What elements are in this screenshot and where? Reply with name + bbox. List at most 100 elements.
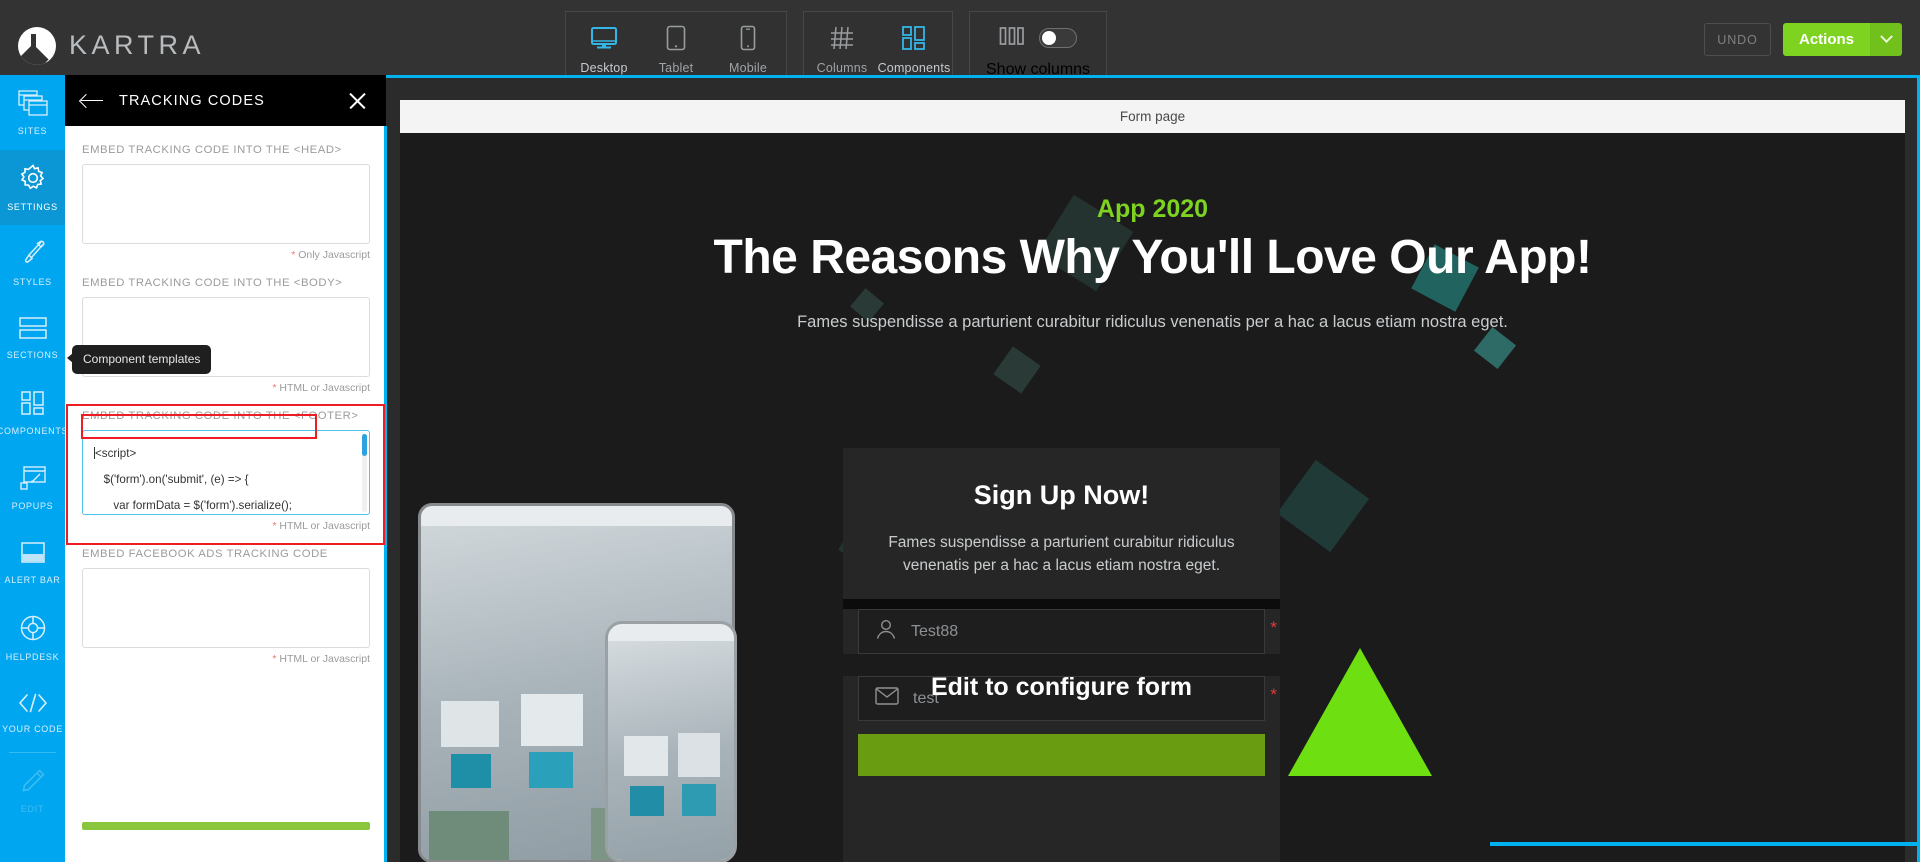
toolbar-right-actions: UNDO Actions: [1703, 23, 1902, 56]
tracking-body-group: EMBED TRACKING CODE INTO THE <BODY> * HT…: [82, 277, 370, 394]
sidebar-item-components[interactable]: COMPONENTS: [0, 375, 68, 450]
sidebar-item-edit[interactable]: EDIT: [0, 753, 65, 828]
tracking-codes-panel: TRACKING CODES EMBED TRACKING CODE INTO …: [65, 75, 386, 862]
hero-title: The Reasons Why You'll Love Our App!: [713, 231, 1592, 284]
hint-text: HTML or Javascript: [276, 520, 370, 532]
decorative-shape: [1276, 459, 1370, 553]
canvas-selection-border-top: [386, 75, 1920, 78]
code-line-3: var formData = $('form').serialize();: [94, 499, 293, 512]
columns-label: Columns: [816, 61, 868, 75]
hero-eyebrow: App 2020: [1096, 195, 1209, 223]
actions-button-label: Actions: [1782, 23, 1870, 56]
decorative-shape: [993, 346, 1041, 394]
hero-subtitle: Fames suspendisse a parturient curabitur…: [797, 313, 1508, 331]
device-desktop-label: Desktop: [580, 61, 628, 75]
mobile-icon: [740, 22, 756, 54]
hint-text: Only Javascript: [295, 249, 370, 261]
page-tab-label: Form page: [1119, 109, 1186, 124]
sidebar-label-sites: SITES: [17, 125, 48, 136]
panel-title: TRACKING CODES: [119, 92, 265, 109]
undo-button[interactable]: UNDO: [1703, 23, 1771, 56]
tracking-body-hint: * HTML or Javascript: [82, 382, 370, 394]
columns-bars-icon: [999, 26, 1025, 51]
actions-dropdown-toggle[interactable]: [1870, 23, 1902, 56]
tracking-head-hint: * Only Javascript: [82, 249, 370, 261]
device-preview-group: Desktop Tablet Mobile: [565, 11, 787, 83]
close-icon[interactable]: [348, 91, 368, 111]
sidebar-label-your-code: YOUR CODE: [2, 723, 63, 734]
hint-text: HTML or Javascript: [276, 382, 370, 394]
tracking-head-group: EMBED TRACKING CODE INTO THE <HEAD> * On…: [82, 144, 370, 261]
code-brackets-icon: [18, 692, 48, 719]
code-line-1: <script>: [95, 447, 137, 460]
phone-mockup: [605, 621, 737, 862]
sidebar-label-popups: POPUPS: [11, 500, 54, 511]
facebook-ads-hint: * HTML or Javascript: [82, 653, 370, 665]
left-sidebar: SITES SETTINGS STYLES SECTIONS COMPONENT…: [0, 75, 68, 862]
desktop-icon: [590, 22, 618, 54]
sidebar-label-alert-bar: ALERT BAR: [4, 574, 61, 585]
panel-save-button[interactable]: [82, 822, 370, 830]
components-icon: [901, 22, 927, 54]
kartra-logo-icon: [18, 26, 56, 65]
page-preview[interactable]: App 2020 The Reasons Why You'll Love Our…: [400, 133, 1905, 862]
sites-windows-icon: [17, 89, 48, 121]
canvas-selection-border-bottom: [1490, 842, 1920, 846]
textarea-scrollbar[interactable]: [362, 434, 367, 512]
sidebar-item-alert-bar[interactable]: ALERT BAR: [0, 525, 65, 600]
toggle-knob: [1042, 31, 1057, 45]
sidebar-item-sites[interactable]: SITES: [0, 75, 65, 150]
code-line-2: $('form').on('submit', (e) => {: [94, 473, 249, 486]
brand-name: KARTRA: [69, 30, 206, 60]
form-field-name-value: Test88: [911, 622, 959, 640]
device-desktop-button[interactable]: Desktop: [568, 18, 640, 77]
panel-edge-highlight: [384, 126, 387, 862]
tracking-body-label: EMBED TRACKING CODE INTO THE <BODY>: [82, 277, 343, 289]
facebook-ads-label: EMBED FACEBOOK ADS TRACKING CODE: [82, 548, 328, 560]
form-submit-button[interactable]: [858, 734, 1265, 776]
tracking-head-textarea[interactable]: [82, 164, 370, 244]
components-icon: [20, 390, 46, 421]
show-columns-toggle[interactable]: [1039, 28, 1078, 48]
sidebar-label-settings: SETTINGS: [7, 201, 58, 212]
tracking-footer-textarea[interactable]: <script> $('form').on('submit', (e) => {…: [82, 430, 370, 515]
alert-bar-icon: [19, 541, 47, 570]
kartra-logo[interactable]: KARTRA: [18, 26, 206, 65]
sidebar-item-your-code[interactable]: YOUR CODE: [0, 675, 65, 750]
arrow-left-icon[interactable]: [81, 93, 103, 109]
form-row-divider: [843, 599, 1280, 609]
columns-grid-icon: [829, 22, 855, 54]
device-mobile-button[interactable]: Mobile: [712, 18, 784, 77]
tracking-head-label: EMBED TRACKING CODE INTO THE <HEAD>: [82, 144, 342, 156]
sidebar-label-helpdesk: HELPDESK: [5, 651, 60, 662]
paintbrush-icon: [20, 239, 46, 272]
tracking-footer-label: EMBED TRACKING CODE INTO THE <FOOTER>: [82, 410, 359, 422]
sidebar-item-settings[interactable]: SETTINGS: [0, 150, 65, 225]
chevron-down-icon: [1879, 30, 1893, 44]
tablet-icon: [666, 22, 686, 54]
facebook-ads-group: EMBED FACEBOOK ADS TRACKING CODE * HTML …: [82, 548, 370, 665]
popup-window-icon: [19, 465, 47, 496]
sidebar-item-sections[interactable]: SECTIONS: [0, 300, 65, 375]
component-templates-tooltip: Component templates: [66, 345, 212, 374]
sidebar-item-styles[interactable]: STYLES: [0, 225, 65, 300]
signup-form-card[interactable]: Sign Up Now! Fames suspendisse a parturi…: [843, 448, 1280, 862]
columns-button[interactable]: Columns: [806, 18, 878, 77]
facebook-ads-textarea[interactable]: [82, 568, 370, 648]
form-overlay-message: Edit to configure form: [930, 673, 1193, 701]
device-tablet-label: Tablet: [658, 61, 694, 75]
pencil-icon: [20, 768, 46, 799]
actions-button[interactable]: Actions: [1782, 23, 1902, 56]
sidebar-label-edit: EDIT: [20, 803, 45, 814]
tracking-footer-code: <script> $('form').on('submit', (e) => {…: [83, 431, 369, 514]
decorative-shape: [1473, 326, 1517, 370]
device-tablet-button[interactable]: Tablet: [640, 18, 712, 77]
panel-header: TRACKING CODES: [65, 75, 386, 126]
components-button[interactable]: Components: [878, 18, 950, 77]
sidebar-item-popups[interactable]: POPUPS: [0, 450, 65, 525]
page-tab[interactable]: Form page: [400, 100, 1905, 133]
sidebar-item-helpdesk[interactable]: HELPDESK: [0, 600, 65, 675]
lifebuoy-icon: [19, 614, 47, 647]
components-label: Components: [877, 61, 951, 75]
form-field-name[interactable]: Test88 *: [858, 609, 1277, 654]
